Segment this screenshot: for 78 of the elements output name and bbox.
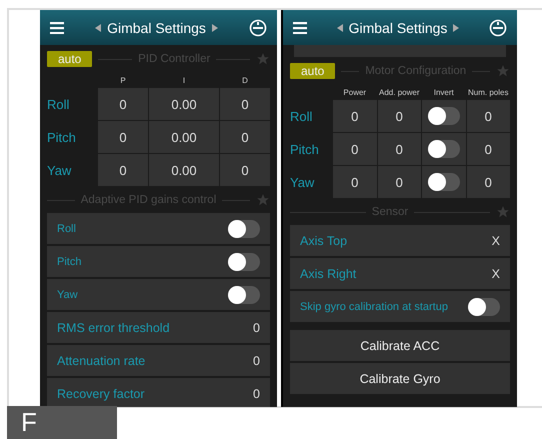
- setting-value: 0: [253, 320, 260, 334]
- column-header: Add. power: [378, 87, 420, 99]
- row-label: Pitch: [290, 140, 320, 158]
- setting-row[interactable]: Roll: [47, 213, 270, 244]
- screen-title: Gimbal Settings: [348, 20, 448, 36]
- value-cell[interactable]: 0: [220, 121, 270, 153]
- toggle-switch[interactable]: [228, 220, 260, 238]
- minus-circle-icon[interactable]: [248, 18, 267, 36]
- value-cell[interactable]: 0: [378, 133, 421, 165]
- right-arrow-icon[interactable]: [453, 24, 460, 32]
- value-cell[interactable]: 0.00: [149, 154, 219, 186]
- setting-label: Axis Right: [300, 266, 356, 280]
- row-label: Roll: [47, 96, 70, 114]
- value-cell[interactable]: 0: [466, 166, 510, 198]
- setting-label: Skip gyro calibration at startup: [300, 300, 448, 312]
- setting-row[interactable]: Yaw: [47, 279, 270, 310]
- column-header: I: [182, 75, 186, 87]
- setting-row[interactable]: Axis Right X: [290, 258, 510, 289]
- toggle-switch[interactable]: [468, 298, 500, 316]
- value-cell[interactable]: 0: [98, 88, 148, 120]
- value-cell[interactable]: 0: [333, 133, 376, 165]
- setting-row[interactable]: Axis Top X: [290, 225, 510, 256]
- toggle-switch[interactable]: [428, 173, 460, 191]
- calibrate-button[interactable]: Calibrate Gyro: [290, 363, 510, 394]
- column-header: Num. poles: [467, 87, 510, 99]
- toggle-switch[interactable]: [228, 286, 260, 304]
- menu-icon[interactable]: [293, 22, 307, 34]
- left-arrow-icon[interactable]: [336, 24, 343, 32]
- menu-icon[interactable]: [50, 22, 64, 34]
- left-arrow-icon[interactable]: [95, 24, 102, 32]
- minus-circle-icon[interactable]: [488, 18, 507, 36]
- setting-row[interactable]: Pitch: [47, 246, 270, 277]
- row-label: Roll: [290, 108, 314, 126]
- row-label: Yaw: [290, 174, 316, 192]
- value-cell[interactable]: 0: [378, 100, 421, 132]
- row-label: Yaw: [47, 162, 72, 180]
- column-header: Power: [342, 87, 368, 99]
- toggle-switch[interactable]: [228, 252, 260, 270]
- value-cell[interactable]: 0: [333, 100, 376, 132]
- star-icon[interactable]: [496, 64, 510, 78]
- footer-tab[interactable]: F: [7, 406, 117, 439]
- right-arrow-icon[interactable]: [212, 24, 218, 32]
- setting-value: X: [492, 234, 500, 248]
- screen-title: Gimbal Settings: [107, 20, 206, 36]
- setting-value: X: [492, 266, 500, 280]
- setting-label: RMS error threshold: [57, 320, 170, 334]
- setting-label: Axis Top: [300, 234, 348, 248]
- value-cell[interactable]: 0: [378, 166, 421, 198]
- setting-row[interactable]: Attenuation rate 0: [47, 345, 270, 376]
- setting-label: Roll: [57, 222, 76, 234]
- setting-row[interactable]: Recovery factor 0: [47, 378, 270, 407]
- calibrate-button[interactable]: Calibrate ACC: [290, 330, 510, 361]
- value-cell[interactable]: 0: [220, 154, 270, 186]
- setting-label: Pitch: [57, 256, 82, 268]
- toggle-switch[interactable]: [428, 107, 460, 125]
- row-label: Pitch: [47, 128, 77, 146]
- setting-value: 0: [253, 386, 260, 400]
- setting-label: Attenuation rate: [57, 354, 146, 368]
- star-icon[interactable]: [496, 205, 510, 219]
- value-cell[interactable]: 0.00: [149, 88, 219, 120]
- column-header: D: [241, 75, 249, 87]
- value-cell[interactable]: 0: [466, 100, 510, 132]
- setting-label: Yaw: [57, 288, 78, 300]
- column-header: Invert: [432, 87, 455, 99]
- value-cell[interactable]: 0: [98, 154, 148, 186]
- star-icon[interactable]: [256, 52, 270, 66]
- setting-value: 0: [253, 354, 260, 368]
- setting-label: Recovery factor: [57, 386, 145, 400]
- value-cell[interactable]: 0: [466, 133, 510, 165]
- value-cell[interactable]: 0: [220, 88, 270, 120]
- value-cell[interactable]: 0.00: [149, 121, 219, 153]
- star-icon[interactable]: [256, 193, 270, 207]
- toggle-switch[interactable]: [428, 140, 460, 158]
- column-header: P: [119, 75, 127, 87]
- setting-row[interactable]: Skip gyro calibration at startup: [290, 291, 510, 322]
- setting-row[interactable]: RMS error threshold 0: [47, 312, 270, 343]
- value-cell[interactable]: 0: [333, 166, 376, 198]
- value-cell[interactable]: 0: [98, 121, 148, 153]
